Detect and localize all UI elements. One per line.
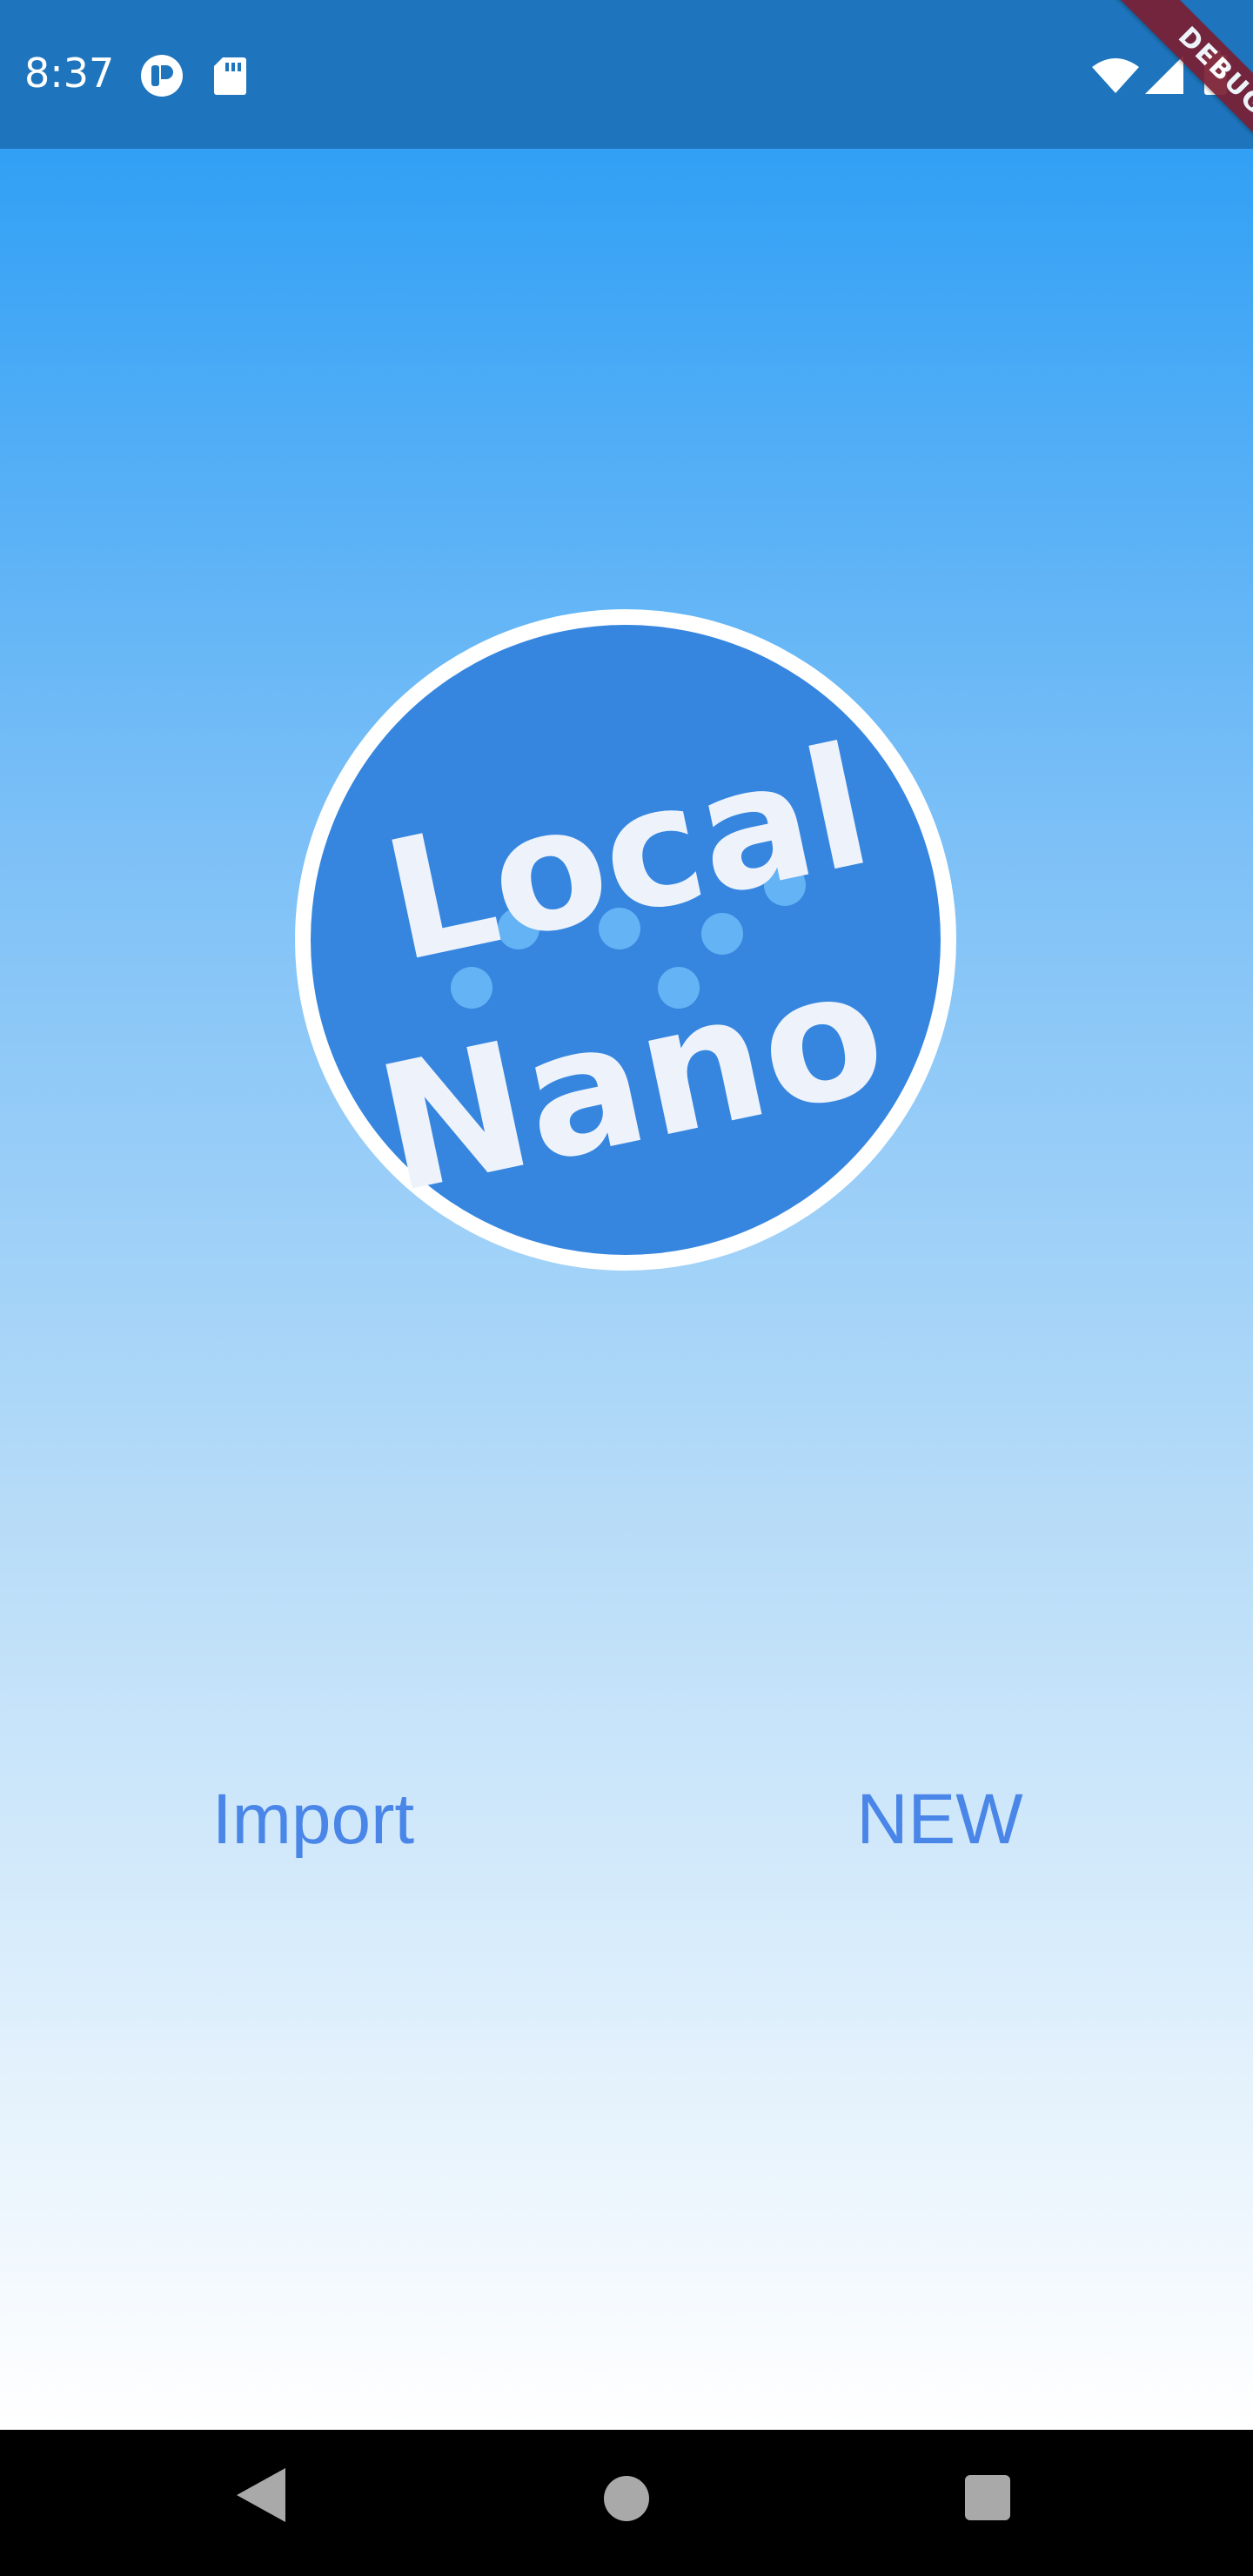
import-button[interactable]: Import	[157, 1759, 470, 1881]
signal-icon	[1145, 56, 1183, 94]
wifi-icon	[1092, 58, 1139, 93]
app-logo: Local Nano	[295, 609, 956, 1271]
status-time: 8:37	[24, 50, 115, 97]
home-icon[interactable]	[602, 2474, 651, 2523]
sd-card-icon	[214, 57, 246, 95]
pi-icon	[141, 55, 183, 97]
status-bar: 8:37	[0, 0, 1253, 149]
back-icon[interactable]	[235, 2466, 287, 2524]
recents-icon[interactable]	[964, 2474, 1011, 2521]
new-button[interactable]: NEW	[783, 1759, 1096, 1881]
main-content: Local Nano Import NEW	[0, 149, 1253, 2430]
battery-icon	[1204, 50, 1227, 95]
navigation-bar	[0, 2430, 1253, 2576]
